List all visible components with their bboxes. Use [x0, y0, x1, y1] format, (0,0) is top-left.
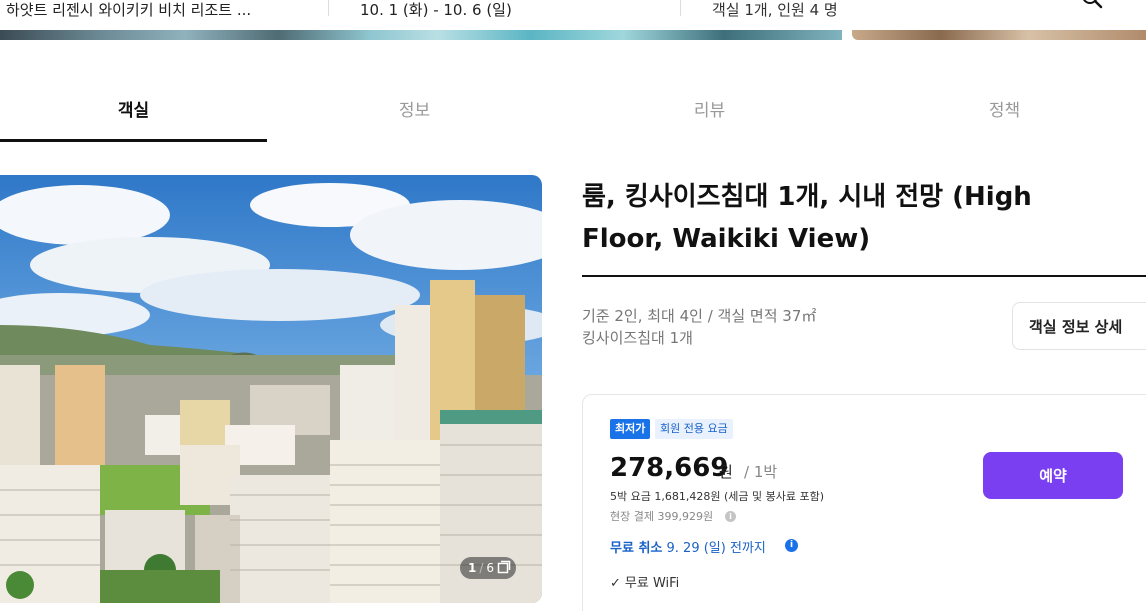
- info-icon[interactable]: i: [725, 511, 736, 522]
- free-cancellation-label: 무료 취소: [610, 541, 663, 556]
- search-summary-bar: 하얏트 리젠시 와이키키 비치 리조트 ... 10. 1 (화) - 10. …: [0, 0, 1146, 30]
- info-icon[interactable]: i: [785, 539, 798, 552]
- price-currency: 원: [719, 463, 733, 481]
- tab-info[interactable]: 정보: [267, 82, 562, 142]
- free-cancellation: 무료 취소 9. 29 (일) 전까지: [610, 537, 766, 556]
- free-cancellation-deadline: 9. 29 (일) 전까지: [666, 541, 766, 556]
- price-per-night: / 1박: [744, 463, 778, 481]
- onsite-payment: 현장 결제 399,929원: [610, 510, 714, 523]
- date-range-field[interactable]: 10. 1 (화) - 10. 6 (일): [360, 0, 512, 30]
- divider: [328, 0, 329, 16]
- divider: [582, 275, 1146, 277]
- search-icon[interactable]: [1080, 0, 1104, 10]
- hotel-name-field[interactable]: 하얏트 리젠시 와이키키 비치 리조트 ...: [6, 0, 251, 30]
- tab-policy[interactable]: 정책: [857, 82, 1146, 142]
- room-bed-type: 킹사이즈침대 1개: [582, 329, 693, 347]
- tab-reviews[interactable]: 리뷰: [562, 82, 857, 142]
- gallery-icon[interactable]: [497, 560, 511, 574]
- hotel-image-strip: [0, 30, 1146, 40]
- lowest-price-badge: 최저가: [610, 419, 651, 439]
- book-button[interactable]: 예약: [983, 452, 1123, 499]
- room-detail-button[interactable]: 객실 정보 상세: [1012, 302, 1146, 350]
- member-rate-badge: 회원 전용 요금: [655, 419, 733, 439]
- amenity-wifi: ✓ 무료 WiFi: [610, 572, 679, 591]
- divider: [680, 0, 681, 16]
- nightly-price: 278,669: [610, 453, 729, 483]
- hotel-image[interactable]: [852, 30, 1146, 40]
- total-price: 5박 요금 1,681,428원 (세금 및 봉사료 포함): [610, 490, 824, 503]
- room-capacity: 기준 2인, 최대 4인 / 객실 면적 37㎡: [582, 307, 817, 325]
- section-tabs: 객실 정보 리뷰 정책: [0, 82, 1146, 144]
- check-icon: ✓: [610, 576, 621, 591]
- amenity-label: 무료 WiFi: [624, 576, 680, 591]
- photo-counter-total: 6: [486, 561, 495, 575]
- hotel-image[interactable]: [0, 30, 842, 40]
- guests-field[interactable]: 객실 1개, 인원 4 명: [712, 0, 838, 30]
- room-title: 룸, 킹사이즈침대 1개, 시내 전망 (High Floor, Waikiki…: [582, 182, 1032, 254]
- tab-rooms[interactable]: 객실: [0, 82, 267, 142]
- photo-counter-separator: /: [479, 561, 484, 575]
- room-photo[interactable]: [0, 175, 542, 603]
- photo-counter-current: 1: [468, 561, 477, 575]
